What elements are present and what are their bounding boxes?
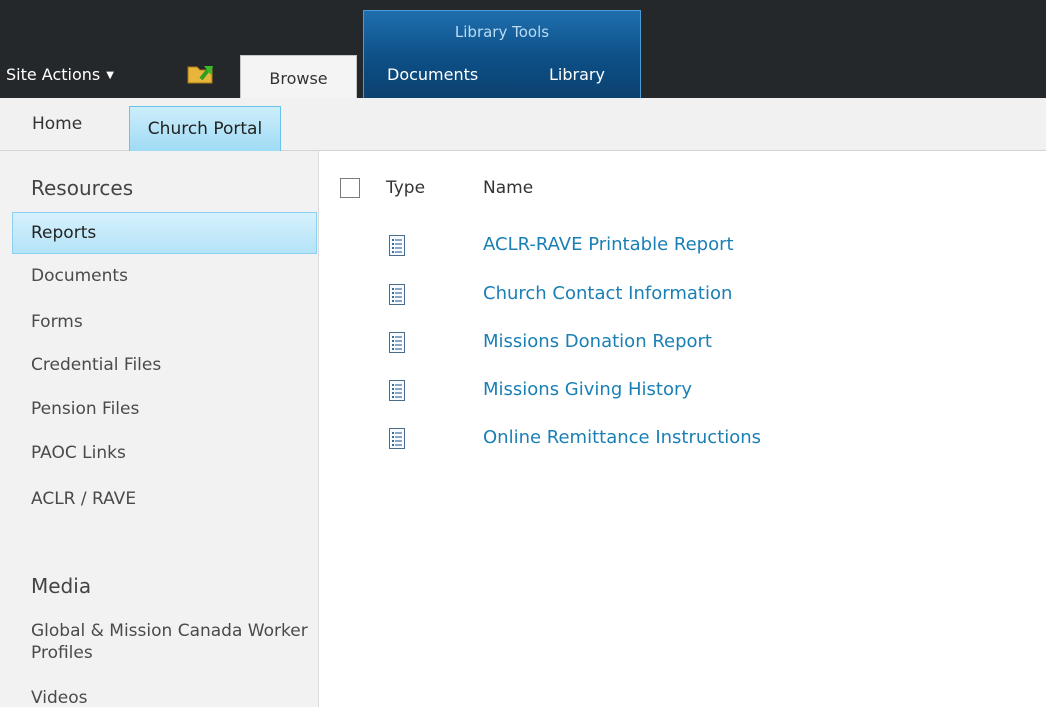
sidebar-item-forms[interactable]: Forms	[31, 312, 83, 332]
sidebar-item-worker-profiles[interactable]: Global & Mission Canada Worker Profiles	[31, 620, 311, 664]
sidebar-item-videos[interactable]: Videos	[31, 688, 88, 708]
list-item-link[interactable]: Missions Giving History	[483, 379, 692, 400]
list-item-link[interactable]: ACLR-RAVE Printable Report	[483, 234, 734, 255]
site-actions-label: Site Actions	[6, 65, 101, 84]
library-tools-group: Library Tools	[363, 10, 641, 98]
report-document-icon[interactable]	[389, 332, 405, 353]
list-item-link[interactable]: Church Contact Information	[483, 283, 732, 304]
topnav-church-portal-label: Church Portal	[147, 119, 263, 139]
sidebar-item-documents[interactable]: Documents	[31, 266, 128, 286]
tab-library[interactable]: Library	[549, 65, 605, 84]
report-document-icon[interactable]	[389, 380, 405, 401]
sidebar-item-label: Reports	[31, 223, 97, 243]
report-document-icon[interactable]	[389, 235, 405, 256]
site-actions-menu[interactable]: Site Actions ▼	[6, 65, 114, 84]
sidebar-item-aclr-rave[interactable]: ACLR / RAVE	[31, 489, 136, 509]
nav-heading-media[interactable]: Media	[31, 574, 91, 598]
topnav-home-link[interactable]: Home	[32, 114, 82, 134]
chevron-down-icon: ▼	[106, 70, 114, 81]
topnav-church-portal-link[interactable]: Church Portal	[129, 106, 281, 152]
tab-browse[interactable]: Browse	[240, 55, 357, 98]
list-item-link[interactable]: Missions Donation Report	[483, 331, 712, 352]
sidebar-item-credential-files[interactable]: Credential Files	[31, 355, 161, 375]
report-document-icon[interactable]	[389, 284, 405, 305]
list-item-link[interactable]: Online Remittance Instructions	[483, 427, 761, 448]
nav-heading-resources[interactable]: Resources	[31, 176, 133, 200]
ribbon: Library Tools Site Actions ▼ Browse Docum…	[0, 0, 1046, 98]
select-all-checkbox[interactable]	[340, 178, 360, 198]
sidebar-item-reports[interactable]: Reports	[12, 212, 317, 254]
tab-browse-label: Browse	[269, 69, 328, 88]
column-header-type[interactable]: Type	[386, 178, 425, 198]
library-tools-label: Library Tools	[454, 23, 550, 41]
report-document-icon[interactable]	[389, 428, 405, 449]
navigate-up-icon[interactable]	[186, 59, 216, 85]
tab-documents[interactable]: Documents	[387, 65, 478, 84]
column-header-name[interactable]: Name	[483, 178, 533, 198]
sidebar-item-pension-files[interactable]: Pension Files	[31, 399, 139, 419]
sidebar-item-paoc-links[interactable]: PAOC Links	[31, 443, 126, 463]
